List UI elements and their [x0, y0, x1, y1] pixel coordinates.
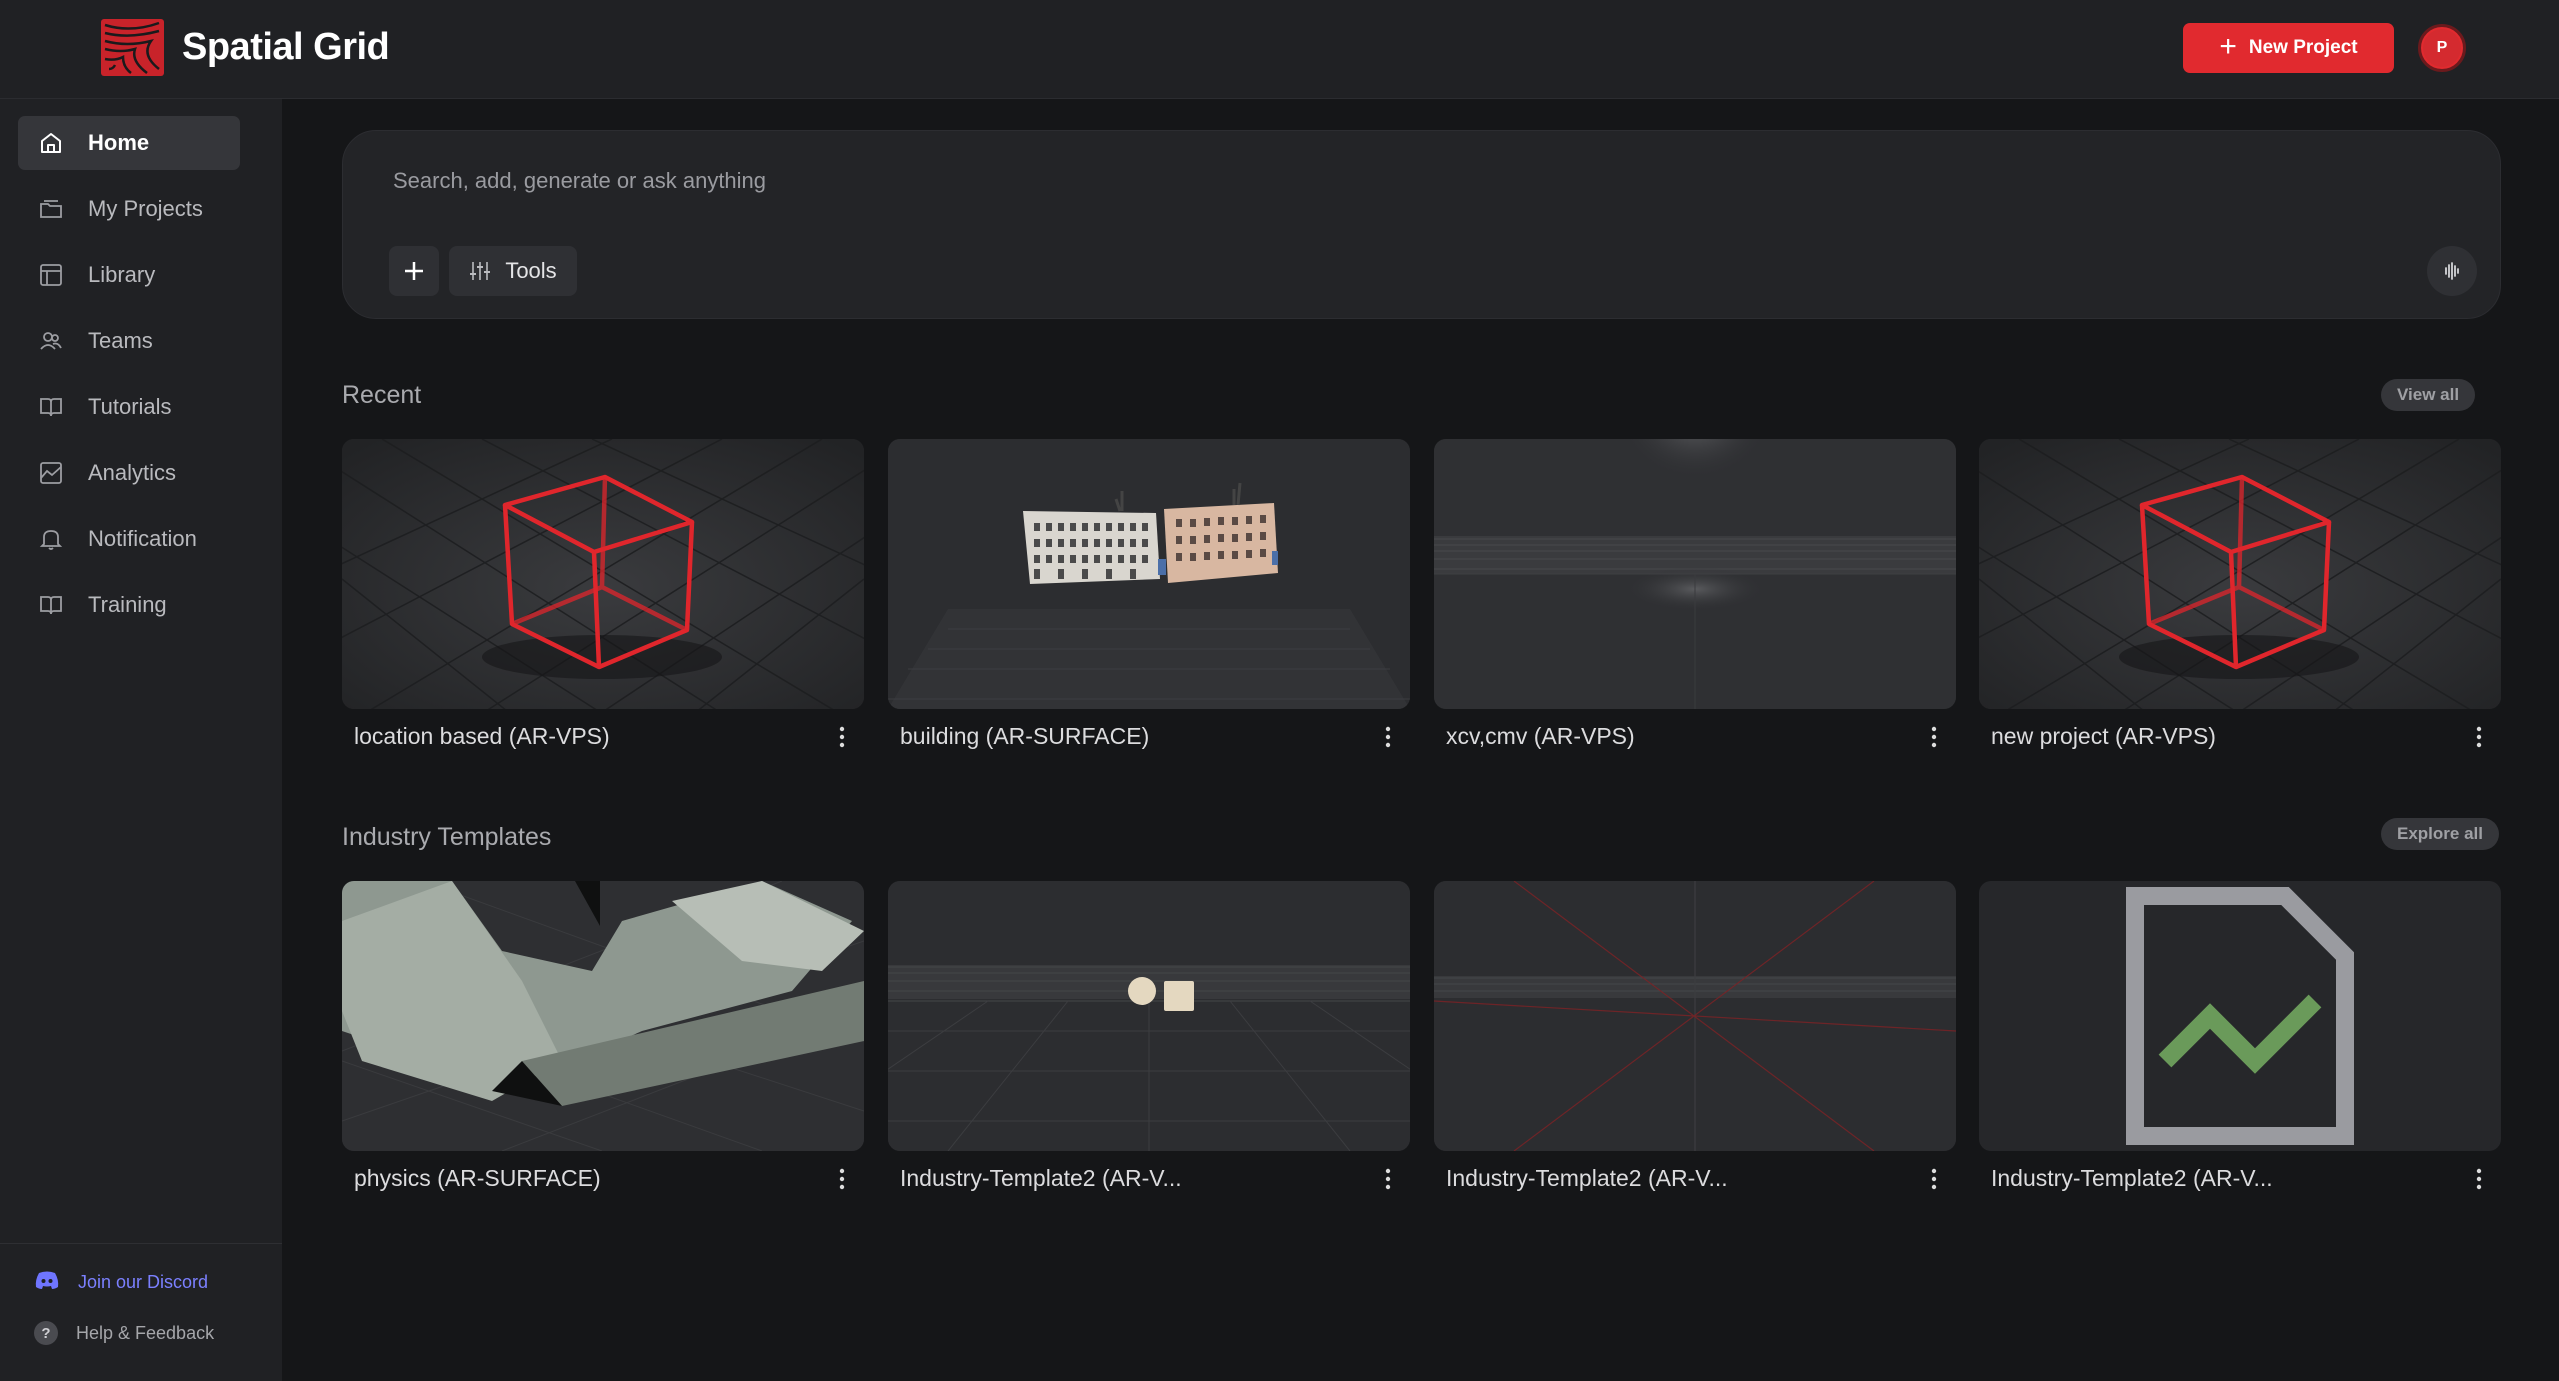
top-header: Spatial Grid + New Project P	[0, 0, 2559, 99]
book-icon	[38, 394, 64, 420]
more-options-icon[interactable]	[1374, 719, 1402, 755]
more-options-icon[interactable]	[2465, 1161, 2493, 1197]
project-thumbnail[interactable]	[1979, 439, 2501, 709]
sidebar-item-label: Library	[88, 262, 156, 287]
home-icon	[38, 130, 64, 156]
sidebar-item-training[interactable]: Training	[18, 578, 240, 632]
template-card[interactable]: thumbnail Industry-Template2 (AR-V...	[1979, 881, 2501, 1199]
more-options-icon[interactable]	[1920, 1161, 1948, 1197]
logo-icon[interactable]	[101, 19, 164, 76]
template-card-label: physics (AR-SURFACE)	[354, 1165, 601, 1191]
explore-all-button[interactable]: Explore all	[2381, 818, 2499, 850]
more-options-icon[interactable]	[2465, 719, 2493, 755]
analytics-icon	[38, 460, 64, 486]
template-thumbnail[interactable]	[1434, 881, 1956, 1151]
avatar[interactable]: P	[2418, 24, 2466, 72]
project-thumbnail[interactable]	[1434, 439, 1956, 709]
sidebar-item-label: Training	[88, 592, 167, 617]
new-project-label: New Project	[2248, 37, 2358, 58]
tools-button[interactable]: Tools	[449, 246, 577, 296]
view-all-button[interactable]: View all	[2381, 379, 2476, 411]
plus-icon	[405, 262, 423, 280]
project-card-label: new project (AR-VPS)	[1991, 723, 2216, 749]
template-card[interactable]: physics (AR-SURFACE)	[342, 881, 864, 1199]
template-card-label: Industry-Template2 (AR-V...	[1991, 1165, 2273, 1191]
more-options-icon[interactable]	[1920, 719, 1948, 755]
sidebar-item-my-projects[interactable]: My Projects	[18, 182, 240, 236]
new-project-button[interactable]: + New Project	[2183, 23, 2394, 73]
waveform-icon	[2445, 262, 2459, 280]
folder-icon	[38, 196, 64, 222]
more-options-icon[interactable]	[1374, 1161, 1402, 1197]
sidebar-item-label: Teams	[88, 328, 153, 353]
sidebar-item-analytics[interactable]: Analytics	[18, 446, 240, 500]
sidebar-item-teams[interactable]: Teams	[18, 314, 240, 368]
search-input[interactable]	[391, 161, 1891, 201]
teams-icon	[38, 328, 64, 354]
sidebar-item-label: Tutorials	[88, 394, 172, 419]
help-feedback-link[interactable]: ? Help & Feedback	[34, 1321, 214, 1345]
project-card[interactable]: location based (AR-VPS)	[342, 439, 864, 757]
template-thumbnail[interactable]: thumbnail	[1979, 881, 2501, 1151]
sidebar-item-label: Analytics	[88, 460, 177, 485]
project-card[interactable]: new project (AR-VPS)	[1979, 439, 2501, 757]
sliders-icon	[470, 262, 491, 280]
sidebar-item-label: Notification	[88, 526, 197, 551]
project-thumbnail[interactable]	[888, 439, 1410, 709]
sidebar-item-home[interactable]: Home	[18, 116, 240, 170]
sidebar: Home My Projects Library Teams Tutorials…	[0, 99, 282, 1381]
search-panel: Tools	[342, 130, 2501, 319]
templates-section-title: Industry Templates	[342, 823, 552, 851]
app-name: Spatial Grid	[182, 26, 390, 68]
discord-link[interactable]: Join our Discord	[34, 1270, 208, 1295]
bell-icon	[38, 526, 64, 552]
project-card-label: location based (AR-VPS)	[354, 723, 610, 749]
plus-icon: +	[2219, 29, 2237, 63]
sidebar-item-notification[interactable]: Notification	[18, 512, 240, 566]
template-card[interactable]: Industry-Template2 (AR-V...	[888, 881, 1410, 1199]
project-thumbnail[interactable]	[342, 439, 864, 709]
sidebar-item-label: My Projects	[88, 196, 203, 221]
more-options-icon[interactable]	[828, 719, 856, 755]
library-icon	[38, 262, 64, 288]
template-thumbnail[interactable]	[888, 881, 1410, 1151]
add-button[interactable]	[389, 246, 439, 296]
more-options-icon[interactable]	[828, 1161, 856, 1197]
book-icon	[38, 592, 64, 618]
sidebar-divider	[0, 1243, 282, 1244]
project-card-label: building (AR-SURFACE)	[900, 723, 1150, 749]
project-card[interactable]: building (AR-SURFACE)	[888, 439, 1410, 757]
help-label: Help & Feedback	[76, 1322, 215, 1343]
project-card-label: xcv,cmv (AR-VPS)	[1446, 723, 1635, 749]
template-card-label: Industry-Template2 (AR-V...	[1446, 1165, 1728, 1191]
discord-icon	[34, 1270, 60, 1295]
sidebar-item-label: Home	[88, 130, 150, 155]
sidebar-item-tutorials[interactable]: Tutorials	[18, 380, 240, 434]
broken-image-placeholder: thumbnail	[1979, 881, 2501, 1151]
project-card[interactable]: xcv,cmv (AR-VPS)	[1434, 439, 1956, 757]
template-thumbnail[interactable]	[342, 881, 864, 1151]
voice-button[interactable]	[2427, 246, 2477, 296]
recent-section-title: Recent	[342, 381, 422, 409]
sidebar-item-library[interactable]: Library	[18, 248, 240, 302]
tools-label: Tools	[505, 258, 557, 283]
help-icon: ?	[34, 1321, 58, 1345]
template-card-label: Industry-Template2 (AR-V...	[900, 1165, 1182, 1191]
template-card[interactable]: Industry-Template2 (AR-V...	[1434, 881, 1956, 1199]
discord-label: Join our Discord	[78, 1272, 209, 1292]
broken-image-icon	[2126, 887, 2354, 1145]
